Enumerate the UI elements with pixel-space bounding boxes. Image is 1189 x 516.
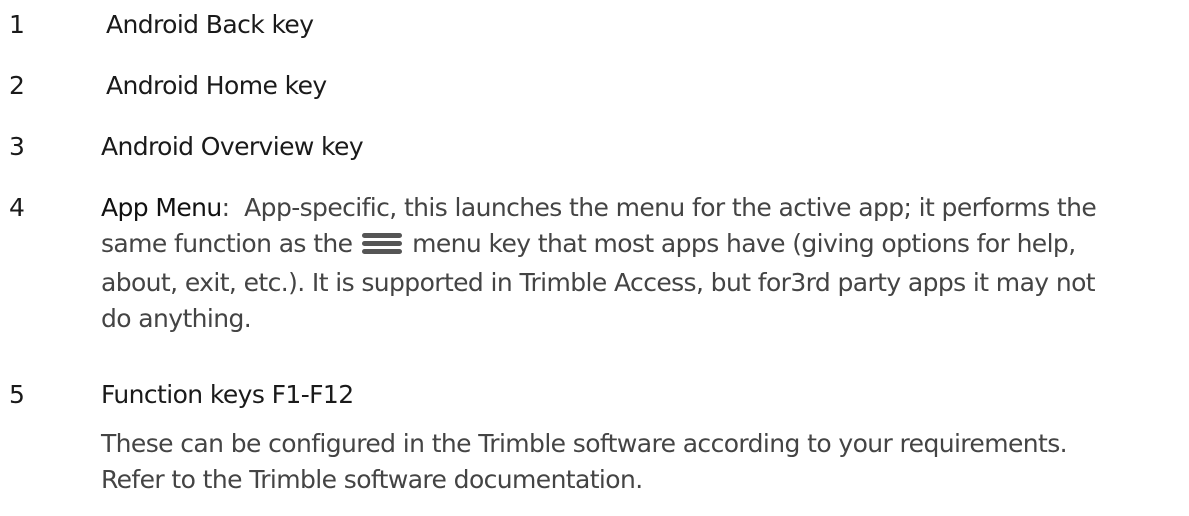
hamburger-menu-icon — [361, 233, 402, 254]
item-title: Android Home key — [106, 71, 327, 100]
item-description: App Menu: App-specific, this launches th… — [101, 190, 1181, 337]
item-number: 2 — [9, 71, 25, 100]
item-title: Android Back key — [106, 10, 314, 39]
description-line-1: These can be configured in the Trimble s… — [101, 429, 1068, 458]
description-text: menu key that most apps have (giving opt… — [404, 229, 1076, 258]
description-line-1: App Menu: App-specific, this launches th… — [101, 190, 1181, 226]
description-line-2: same function as the menu key that most … — [101, 226, 1181, 262]
item-number: 1 — [9, 10, 25, 39]
item-description: These can be configured in the Trimble s… — [101, 426, 1181, 498]
item-title: Function keys F1-F12 — [101, 380, 354, 409]
item-number: 5 — [9, 380, 25, 409]
item-title: App Menu — [101, 193, 222, 222]
item-number: 4 — [9, 193, 25, 222]
description-line-4: do anything. — [101, 304, 252, 333]
title-separator: : — [221, 193, 245, 222]
item-title: Android Overview key — [101, 132, 364, 161]
description-line-3: about, exit, etc.). It is supported in T… — [101, 268, 1096, 297]
description-text: App-specific, this launches the menu for… — [244, 193, 1097, 222]
description-line-2: Refer to the Trimble software documentat… — [101, 465, 643, 494]
item-number: 3 — [9, 132, 25, 161]
description-text: same function as the — [101, 229, 360, 258]
